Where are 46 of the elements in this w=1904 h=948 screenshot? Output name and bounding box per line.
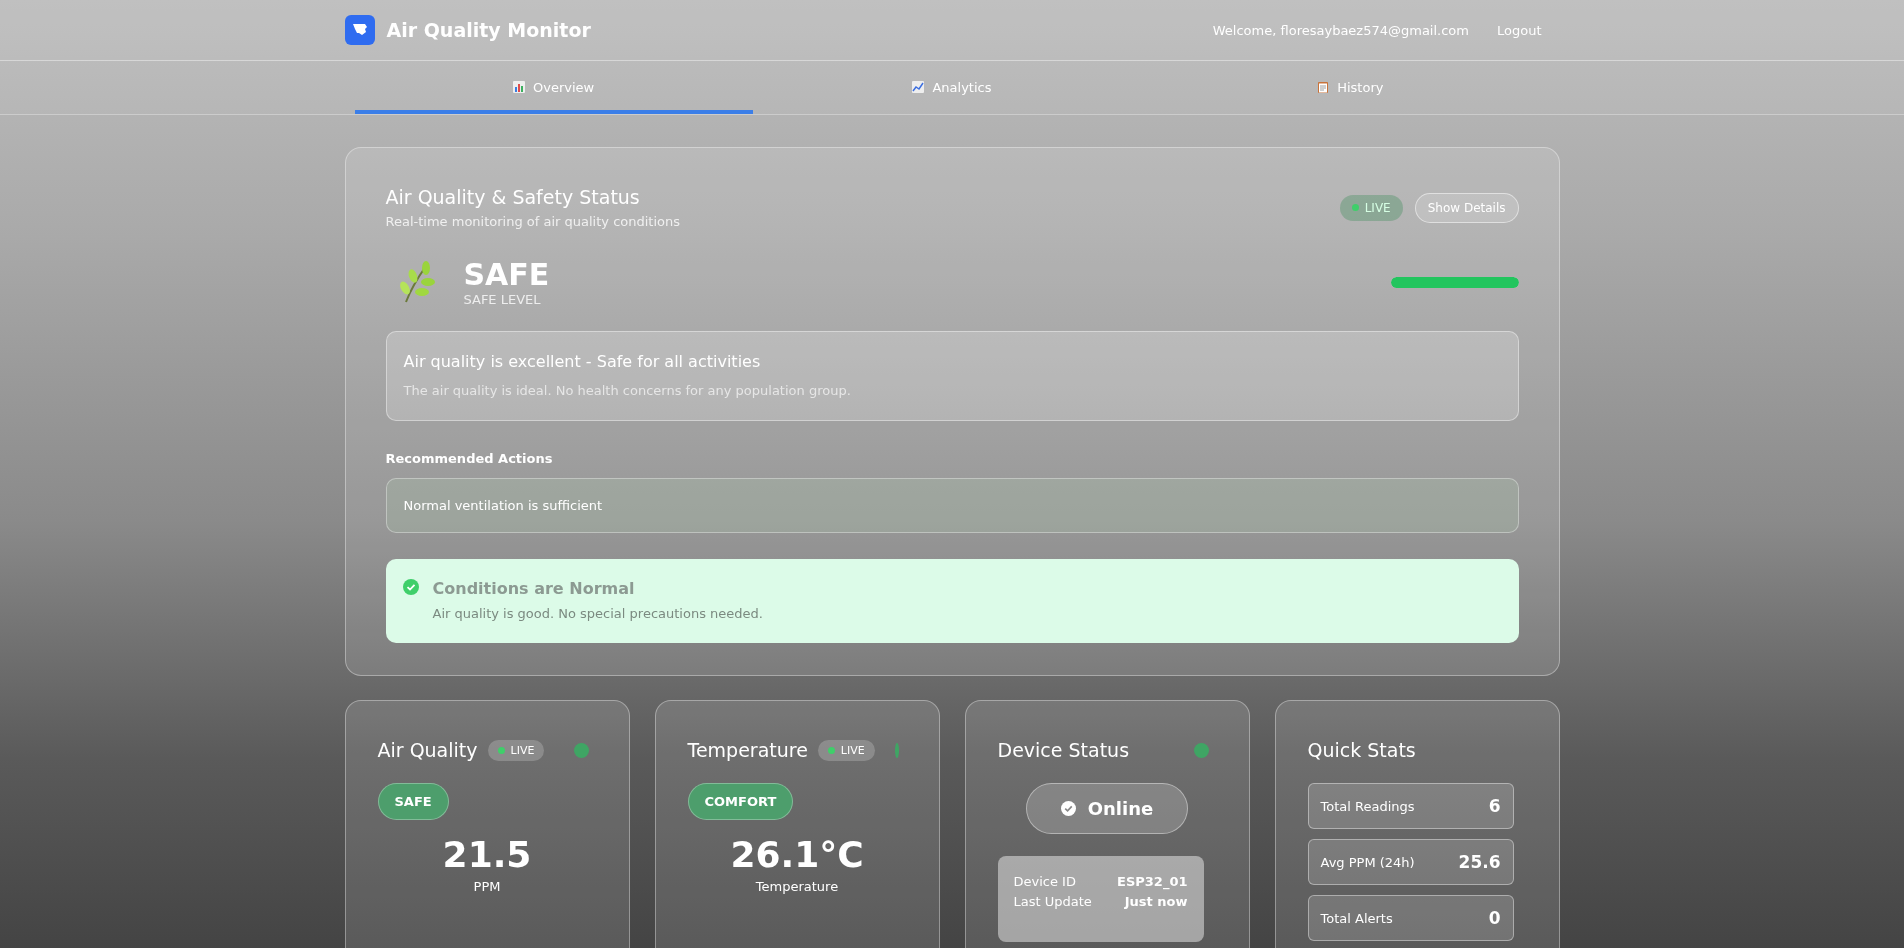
info-value: Just now (1124, 893, 1188, 911)
safety-level-caption: SAFE LEVEL (463, 292, 542, 307)
nav-tab[interactable]: Overview (354, 61, 753, 114)
live-badge: LIVE (487, 739, 545, 761)
stat-label: Total Alerts (1320, 910, 1393, 926)
card-title: Temperature (687, 739, 808, 761)
info-label: Device ID (1013, 873, 1076, 891)
show-details-button[interactable]: Show Details (1414, 192, 1519, 223)
status-subtitle: Real-time monitoring of air quality conditions (385, 214, 681, 229)
online-status: Online (1025, 783, 1189, 834)
safety-level: SAFE (463, 257, 550, 292)
reading-value: 26.1°C (729, 834, 865, 875)
message-title: Air quality is excellent - Safe for all activities (403, 352, 762, 371)
info-value: ESP32_01 (1117, 873, 1188, 892)
action-item: Normal ventilation is sufficient (385, 478, 1519, 533)
bar-chart-icon (513, 81, 526, 93)
status-title: Air Quality & Safety Status (385, 186, 641, 208)
reading-unit: Temperature (754, 879, 840, 894)
live-badge: LIVE (817, 739, 875, 761)
stat-label: Avg PPM (24h) (1320, 854, 1415, 870)
check-circle-icon (1060, 801, 1076, 816)
actions-heading: Recommended Actions (385, 451, 554, 466)
level-badge: COMFORT (687, 783, 794, 820)
stat-value: 6 (1488, 796, 1501, 816)
stat-value: 25.6 (1458, 852, 1501, 872)
stat-value: 0 (1488, 908, 1501, 928)
reading-unit: PPM (472, 879, 502, 894)
stat-label: Total Readings (1320, 798, 1415, 814)
notice-title: Conditions are Normal (432, 579, 636, 598)
card-title: Air Quality (377, 739, 478, 761)
nav-tab[interactable]: Analytics (752, 61, 1152, 114)
check-circle-icon (402, 579, 419, 595)
welcome-text: Welcome, floresaybaez574@gmail.com (1212, 22, 1469, 38)
card-title: Device Status (997, 739, 1130, 761)
app-title: Air Quality Monitor (386, 19, 591, 41)
live-badge: LIVE (1339, 194, 1403, 221)
info-label: Last Update (1013, 893, 1092, 911)
app-logo-icon (344, 15, 375, 45)
level-badge: SAFE (377, 783, 449, 820)
line-chart-icon (912, 81, 925, 93)
card-title: Quick Stats (1307, 739, 1416, 761)
notice-text: Air quality is good. No special precautions needed. (432, 606, 763, 621)
clipboard-icon (1317, 81, 1330, 93)
logout-link[interactable]: Logout (1497, 22, 1542, 38)
reading-value: 21.5 (441, 834, 533, 875)
nav-tab[interactable]: History (1151, 61, 1550, 114)
